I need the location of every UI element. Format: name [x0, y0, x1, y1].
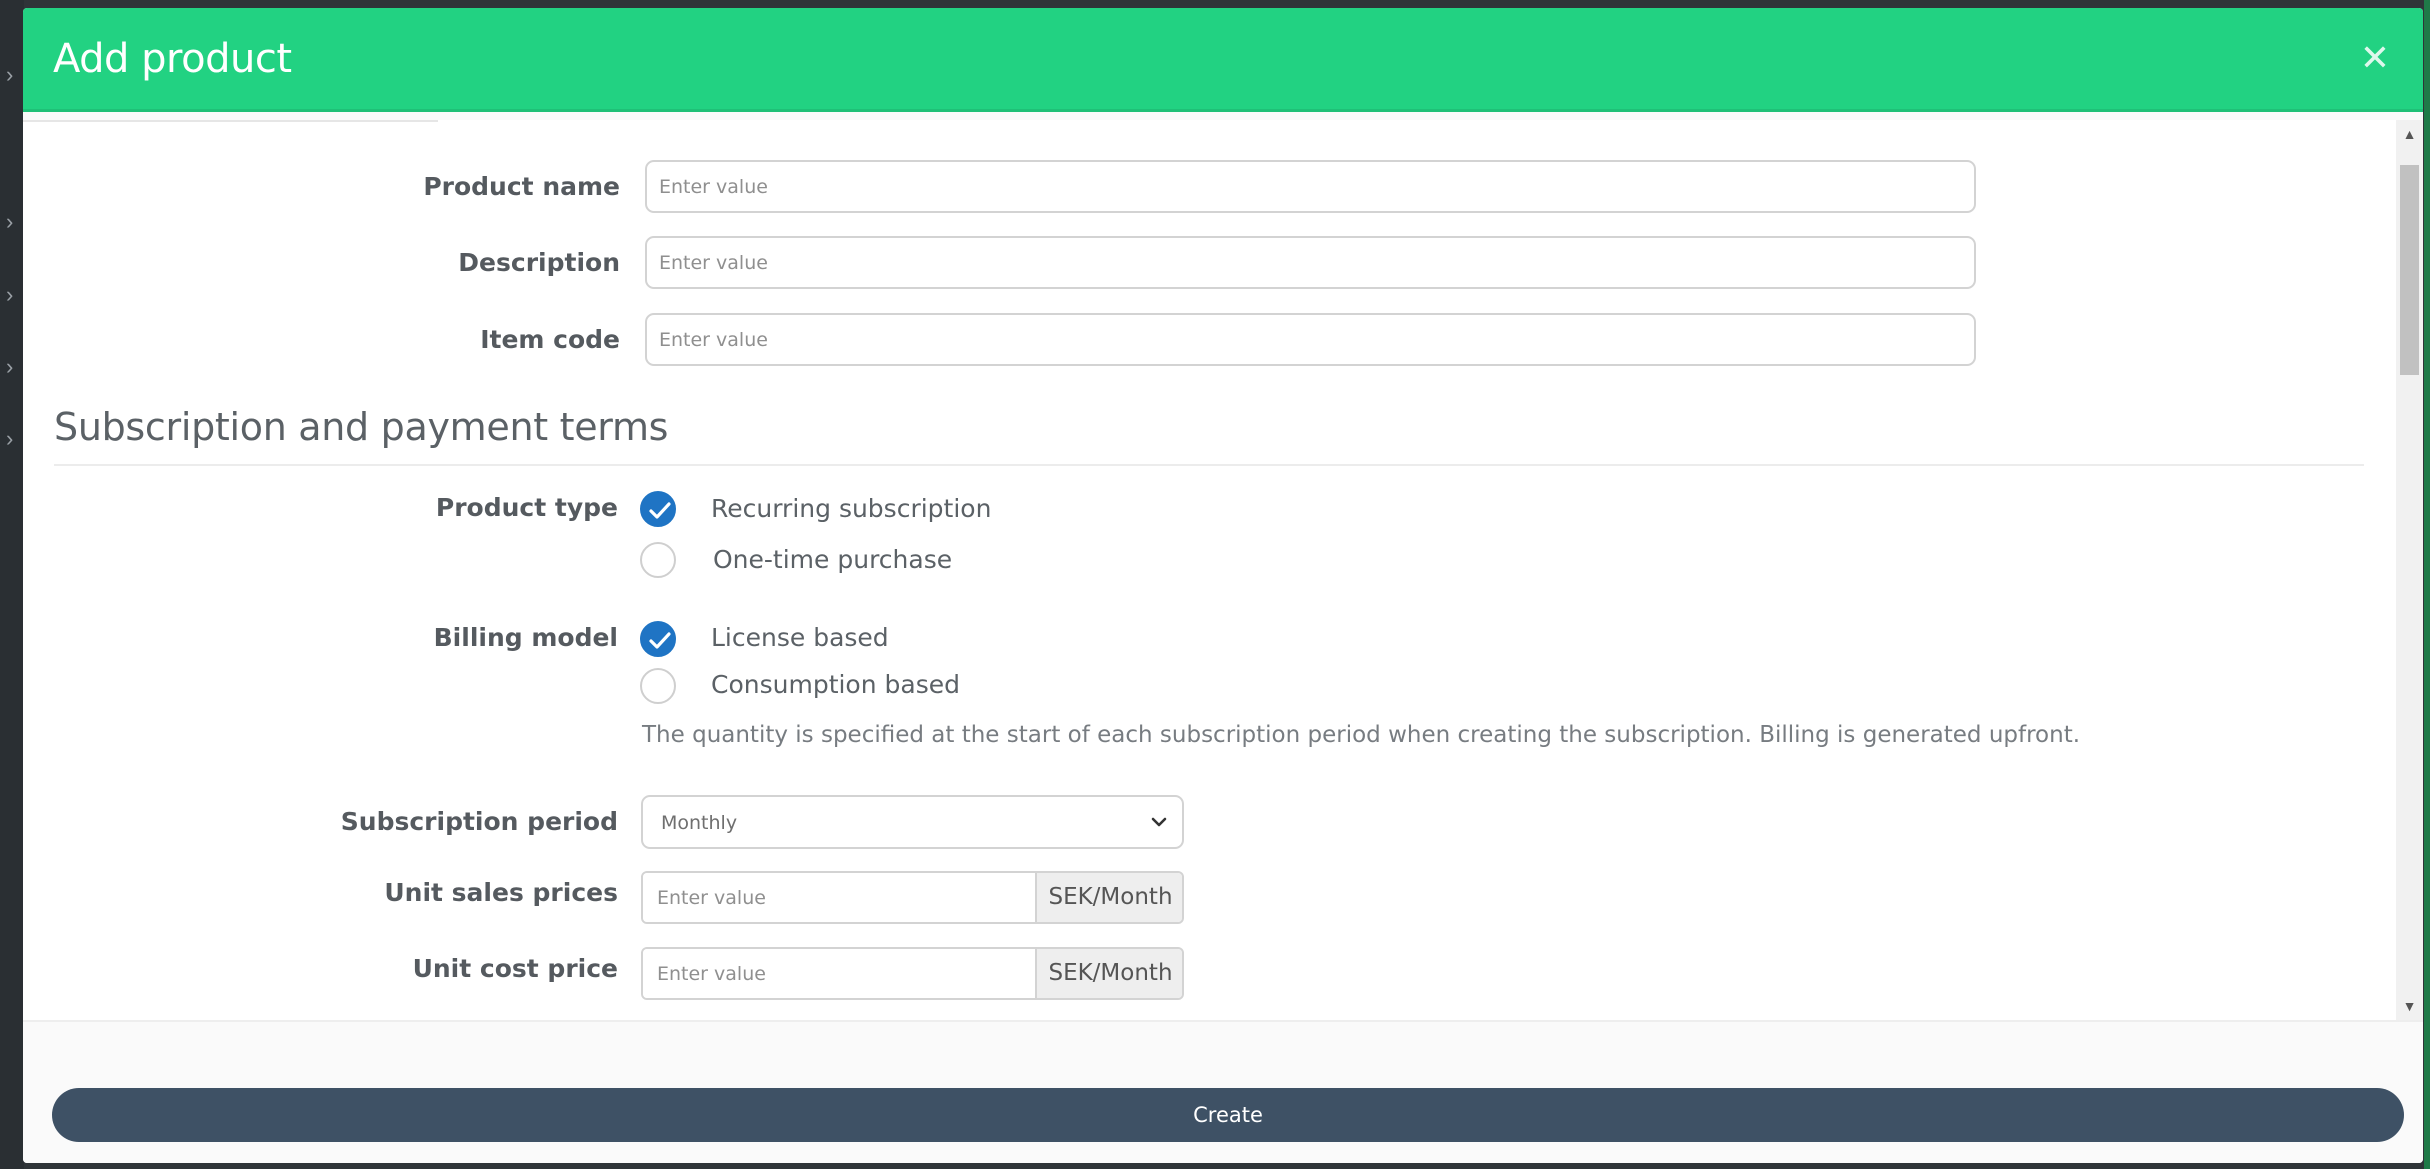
chevron-right-icon: › — [6, 282, 14, 307]
description-input[interactable] — [645, 236, 1976, 289]
chevron-down-icon — [1151, 817, 1167, 827]
modal-scrollbar[interactable]: ▲ ▼ — [2396, 120, 2423, 1020]
radio-consumption-based[interactable] — [640, 668, 676, 704]
add-product-modal: Add product ✕ Product name Description I… — [23, 8, 2423, 1163]
product-name-input[interactable] — [645, 160, 1976, 213]
unit-cost-price-input[interactable] — [643, 949, 1035, 998]
modal-footer: Create — [23, 1020, 2423, 1163]
checkmark-icon — [649, 632, 671, 649]
unit-sales-prices-currency: SEK/Month — [1035, 873, 1182, 922]
product-type-label: Product type — [435, 493, 618, 522]
one-time-purchase-label: One-time purchase — [713, 545, 953, 574]
tab-underline — [23, 120, 438, 122]
scroll-thumb[interactable] — [2400, 165, 2419, 375]
chevron-right-icon: › — [6, 354, 14, 379]
item-code-label: Item code — [480, 325, 620, 354]
radio-one-time-purchase[interactable] — [640, 542, 676, 578]
checkmark-icon — [649, 502, 671, 519]
unit-cost-price-currency: SEK/Month — [1035, 949, 1182, 998]
close-icon[interactable]: ✕ — [2357, 40, 2393, 76]
modal-body: Product name Description Item code Subsc… — [23, 120, 2396, 1020]
billing-model-label: Billing model — [433, 623, 618, 652]
chevron-right-icon: › — [6, 209, 14, 234]
unit-cost-price-group: SEK/Month — [641, 947, 1184, 1000]
radio-license-based[interactable] — [640, 621, 676, 657]
unit-sales-prices-label: Unit sales prices — [384, 878, 618, 907]
unit-sales-prices-group: SEK/Month — [641, 871, 1184, 924]
modal-header: Add product ✕ — [23, 8, 2423, 112]
billing-model-help-text: The quantity is specified at the start o… — [642, 722, 2081, 748]
radio-recurring-subscription[interactable] — [640, 491, 676, 527]
subscription-period-label: Subscription period — [340, 807, 618, 836]
scroll-up-icon[interactable]: ▲ — [2396, 124, 2423, 144]
section-divider — [54, 464, 2364, 466]
chevron-right-icon: › — [6, 426, 14, 451]
product-name-label: Product name — [423, 172, 620, 201]
chevron-right-icon: › — [6, 62, 14, 87]
item-code-input[interactable] — [645, 313, 1976, 366]
consumption-based-label: Consumption based — [711, 670, 960, 699]
background-edge — [2424, 0, 2430, 1169]
license-based-label: License based — [711, 623, 889, 652]
subscription-period-select[interactable]: Monthly — [641, 795, 1184, 849]
section-title: Subscription and payment terms — [54, 405, 669, 449]
create-button[interactable]: Create — [52, 1088, 2404, 1142]
scroll-down-icon[interactable]: ▼ — [2396, 996, 2423, 1016]
subscription-period-value: Monthly — [661, 812, 738, 834]
unit-sales-prices-input[interactable] — [643, 873, 1035, 922]
recurring-subscription-label: Recurring subscription — [711, 494, 992, 523]
description-label: Description — [458, 248, 620, 277]
unit-cost-price-label: Unit cost price — [412, 954, 618, 983]
background-sidebar: › › › › › — [0, 0, 24, 1169]
modal-title: Add product — [53, 36, 292, 82]
